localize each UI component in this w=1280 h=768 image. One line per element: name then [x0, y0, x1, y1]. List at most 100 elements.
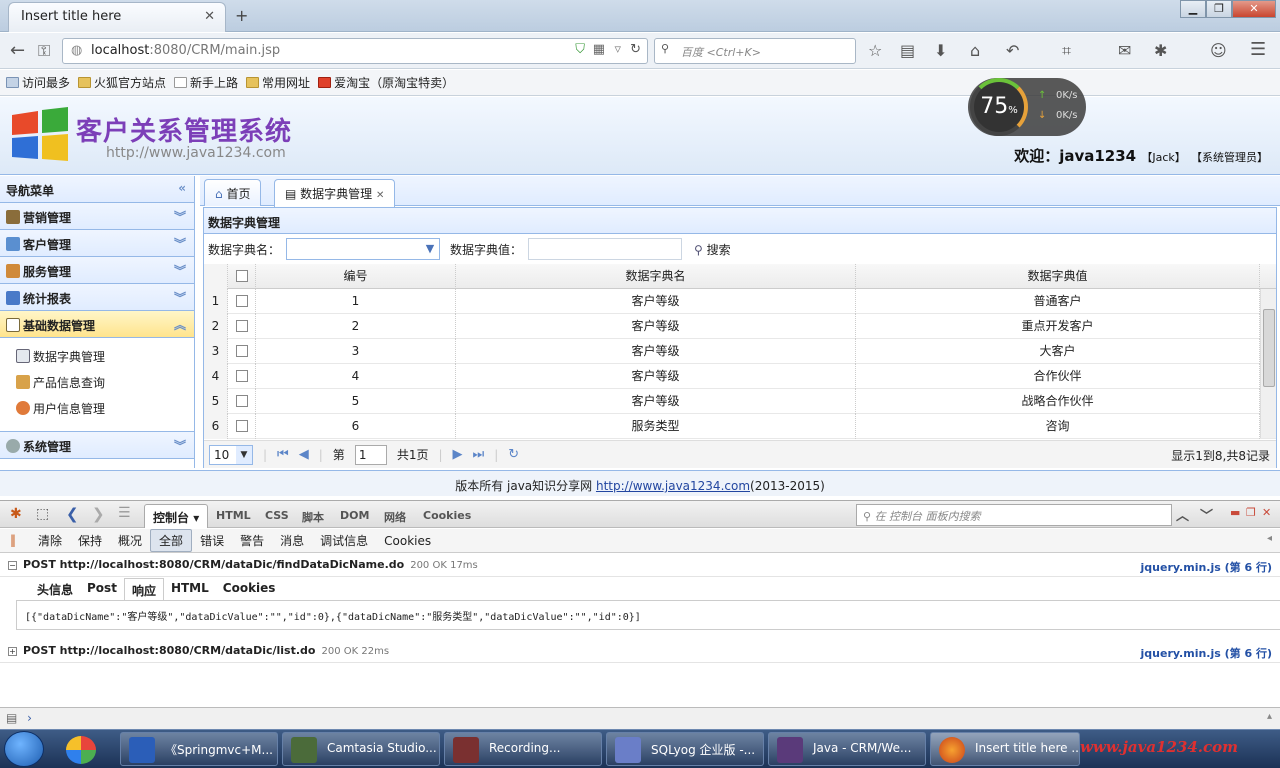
- select-all-checkbox[interactable]: [228, 264, 256, 289]
- browser-tab[interactable]: Insert title here ✕: [8, 2, 226, 32]
- sidebar-group-system[interactable]: 系统管理 ︾: [0, 432, 194, 459]
- filter-profile[interactable]: 概况: [110, 530, 150, 551]
- url-bar[interactable]: ◍ localhost:8080/CRM/main.jsp ⛉ ▦ ▿ ↻: [62, 38, 648, 64]
- search-input[interactable]: ⚲ 百度 <Ctrl+K>: [654, 38, 856, 64]
- next-page-icon[interactable]: ▶: [453, 447, 463, 462]
- row-checkbox[interactable]: [228, 363, 256, 389]
- console-request-2[interactable]: + POST http://localhost:8080/CRM/dataDic/…: [0, 641, 1280, 663]
- col-header-value[interactable]: 数据字典值: [856, 264, 1260, 289]
- last-page-icon[interactable]: ⏭: [473, 447, 485, 462]
- close-tab-icon[interactable]: ✕: [204, 9, 215, 24]
- bookmark-firefox-site[interactable]: 火狐官方站点: [78, 74, 166, 91]
- subtab-headers[interactable]: 头信息: [30, 578, 80, 602]
- menu-icon[interactable]: ☰: [1250, 39, 1266, 60]
- grid-scrollbar[interactable]: [1260, 289, 1276, 438]
- scroll-left-icon[interactable]: ◂: [1267, 533, 1272, 544]
- qr-icon[interactable]: ▦: [593, 42, 605, 57]
- table-row[interactable]: 2 2 客户等级 重点开发客户: [204, 313, 1276, 339]
- close-tab-icon[interactable]: ✕: [376, 190, 384, 201]
- download-icon[interactable]: ⬇: [934, 41, 947, 60]
- collapse-icon[interactable]: −: [8, 561, 17, 570]
- sidebar-item-product[interactable]: 产品信息查询: [16, 370, 194, 396]
- bookmark-most-visited[interactable]: 访问最多: [6, 74, 70, 91]
- datadic-name-combo[interactable]: ▼: [286, 238, 441, 260]
- inspect-icon[interactable]: ⬚: [36, 506, 49, 522]
- filter-cookies[interactable]: Cookies: [376, 532, 439, 550]
- sidebar-item-datadic[interactable]: 数据字典管理: [16, 344, 194, 370]
- row-checkbox[interactable]: [228, 388, 256, 414]
- row-checkbox[interactable]: [228, 313, 256, 339]
- dropdown-icon[interactable]: ▿: [614, 42, 621, 57]
- command-icon[interactable]: ☰: [118, 505, 131, 521]
- sidebar-group-basic-data[interactable]: 基础数据管理 ︽: [0, 311, 194, 338]
- sidebar-group-marketing[interactable]: 营销管理 ︾: [0, 203, 194, 230]
- firebug-detach-icon[interactable]: ❐: [1246, 506, 1256, 519]
- refresh-icon[interactable]: ↻: [508, 447, 519, 462]
- firebug-tab-net[interactable]: 网络: [384, 509, 406, 525]
- chat-icon[interactable]: ✉: [1118, 41, 1131, 60]
- table-row[interactable]: 4 4 客户等级 合作伙伴: [204, 363, 1276, 389]
- subtab-html[interactable]: HTML: [164, 578, 216, 602]
- request-source-link[interactable]: jquery.min.js (第 6 行): [1141, 559, 1272, 575]
- pinwheel-icon[interactable]: [66, 736, 96, 764]
- row-checkbox[interactable]: [228, 338, 256, 364]
- filter-info[interactable]: 消息: [272, 530, 312, 551]
- home-icon[interactable]: ⌂: [970, 41, 980, 60]
- sidebar-group-service[interactable]: 服务管理 ︾: [0, 257, 194, 284]
- filter-warnings[interactable]: 警告: [232, 530, 272, 551]
- chevron-up-icon[interactable]: ︿: [1176, 505, 1189, 524]
- taskbar-item-recording[interactable]: Recording...: [444, 732, 602, 766]
- firebug-icon[interactable]: ✱: [1154, 41, 1167, 60]
- console-request-1[interactable]: − POST http://localhost:8080/CRM/dataDic/…: [0, 555, 1280, 577]
- taskbar-item-camtasia[interactable]: Camtasia Studio...: [282, 732, 440, 766]
- bookmark-getting-started[interactable]: 新手上路: [174, 74, 238, 91]
- reader-icon[interactable]: ▤: [900, 41, 915, 60]
- chevron-down-icon[interactable]: ﹀: [1200, 505, 1213, 524]
- back-icon[interactable]: ❮: [66, 505, 79, 523]
- new-tab-icon[interactable]: +: [235, 6, 248, 25]
- console-menu-icon[interactable]: ▤: [6, 711, 17, 725]
- row-checkbox[interactable]: [228, 413, 256, 439]
- table-row[interactable]: 3 3 客户等级 大客户: [204, 338, 1276, 364]
- search-button[interactable]: ⚲ 搜索: [694, 241, 731, 258]
- row-checkbox[interactable]: [228, 288, 256, 314]
- page-number-input[interactable]: 1: [354, 444, 387, 465]
- scroll-up-icon[interactable]: ▴: [1267, 711, 1272, 722]
- filter-persist[interactable]: 保持: [70, 530, 110, 551]
- maximize-icon[interactable]: ❐: [1206, 0, 1232, 18]
- first-page-icon[interactable]: ⏮: [277, 447, 289, 462]
- subtab-cookies[interactable]: Cookies: [216, 578, 283, 602]
- bookmark-common-sites[interactable]: 常用网址: [246, 74, 310, 91]
- sidebar-group-customer[interactable]: 客户管理 ︾: [0, 230, 194, 257]
- minimize-icon[interactable]: ▁: [1180, 0, 1206, 18]
- forward-icon[interactable]: ❯: [92, 505, 105, 523]
- start-button[interactable]: [4, 731, 44, 767]
- col-header-name[interactable]: 数据字典名: [456, 264, 856, 289]
- filter-debug[interactable]: 调试信息: [312, 530, 376, 551]
- firebug-icon[interactable]: ✱: [10, 506, 22, 522]
- firebug-tab-html[interactable]: HTML: [216, 509, 251, 522]
- page-size-select[interactable]: 10 ▼: [209, 444, 253, 465]
- filter-all[interactable]: 全部: [150, 529, 193, 552]
- firebug-tab-console[interactable]: 控制台 ▾: [144, 504, 209, 528]
- sidebar-group-reports[interactable]: 统计报表 ︾: [0, 284, 194, 311]
- firebug-minimize-icon[interactable]: ▬: [1230, 506, 1240, 519]
- filter-errors[interactable]: 错误: [192, 530, 232, 551]
- firebug-tab-css[interactable]: CSS: [265, 509, 289, 522]
- back-icon[interactable]: ←: [10, 40, 25, 61]
- tab-datadic[interactable]: ▤ 数据字典管理 ✕: [274, 179, 396, 207]
- collapse-icon[interactable]: «: [178, 181, 186, 195]
- taskbar-item-word[interactable]: 《Springmvc+M...: [120, 732, 278, 766]
- subtab-post[interactable]: Post: [80, 578, 124, 602]
- firebug-close-icon[interactable]: ✕: [1262, 506, 1271, 519]
- taskbar-item-sqlyog[interactable]: SQLyog 企业版 -...: [606, 732, 764, 766]
- request-source-link[interactable]: jquery.min.js (第 6 行): [1141, 645, 1272, 661]
- pause-icon[interactable]: ‖: [10, 533, 16, 547]
- sidebar-item-users[interactable]: 用户信息管理: [16, 396, 194, 422]
- network-speed-widget[interactable]: 75% ↑ 0K/s ↓ 0K/s: [968, 78, 1086, 136]
- star-icon[interactable]: ☆: [868, 41, 882, 60]
- window-close-icon[interactable]: ✕: [1232, 0, 1276, 18]
- console-command-line[interactable]: ▤ › ▴: [0, 707, 1280, 729]
- undo-icon[interactable]: ↶: [1006, 41, 1019, 60]
- smiley-icon[interactable]: ☺: [1210, 41, 1227, 60]
